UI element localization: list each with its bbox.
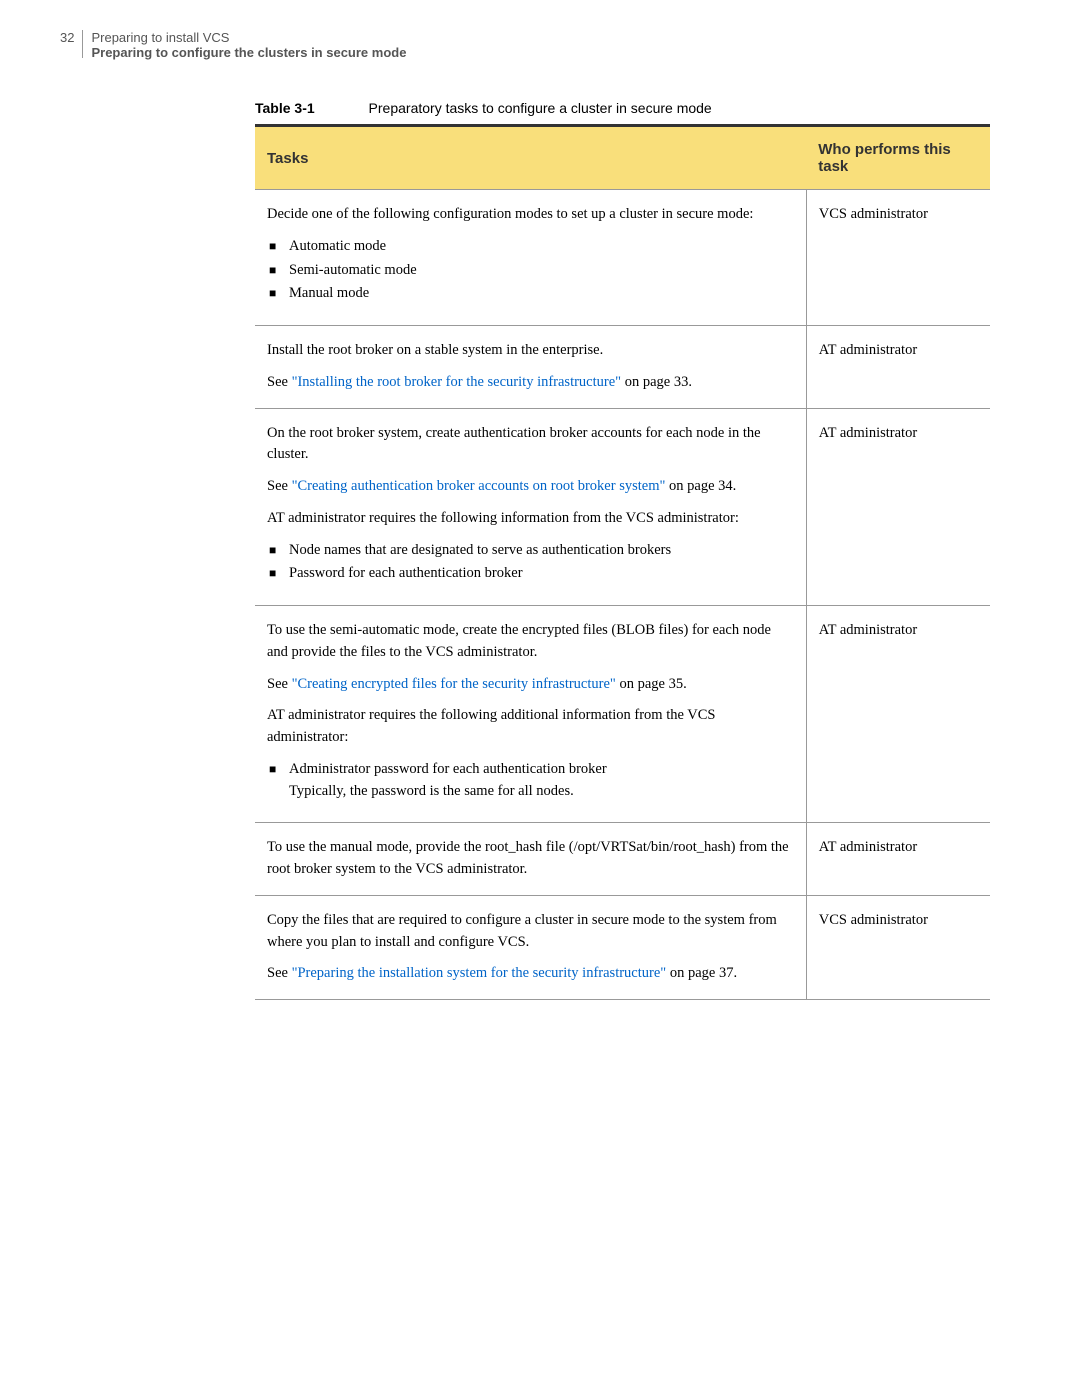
link-suffix: on page 35. [616, 676, 687, 692]
table-row: On the root broker system, create authen… [255, 408, 990, 606]
header-divider [82, 30, 83, 58]
main-content: Table 3-1 Preparatory tasks to configure… [255, 100, 990, 1000]
link-suffix: on page 33. [621, 374, 692, 390]
link-prefix: See [267, 374, 292, 390]
task-text: Copy the files that are required to conf… [267, 910, 794, 954]
table-caption-text: Preparatory tasks to configure a cluster… [369, 100, 712, 116]
link-prefix: See [267, 478, 292, 494]
table-caption-label: Table 3-1 [255, 100, 315, 116]
task-link-line: See "Creating authentication broker acco… [267, 476, 794, 498]
task-cell: Decide one of the following configuratio… [255, 190, 806, 326]
table-header-row: Tasks Who performs this task [255, 126, 990, 190]
bullet-line2: Typically, the password is the same for … [289, 783, 574, 799]
task-text: Decide one of the following configuratio… [267, 204, 794, 226]
task-text: On the root broker system, create authen… [267, 423, 794, 467]
who-cell: AT administrator [806, 606, 990, 823]
bullet-list: Node names that are designated to serve … [267, 540, 794, 586]
doc-link[interactable]: "Creating authentication broker accounts… [292, 478, 666, 494]
table-row: Copy the files that are required to conf… [255, 895, 990, 999]
page-number: 32 [60, 30, 74, 45]
task-link-line: See "Preparing the installation system f… [267, 963, 794, 985]
bullet-list: Automatic mode Semi-automatic mode Manua… [267, 236, 794, 305]
task-text: To use the semi-automatic mode, create t… [267, 620, 794, 664]
table-row: Install the root broker on a stable syst… [255, 326, 990, 409]
bullet-list: Administrator password for each authenti… [267, 759, 794, 803]
list-item: Manual mode [267, 283, 794, 305]
link-suffix: on page 34. [665, 478, 736, 494]
bullet-line1: Administrator password for each authenti… [289, 761, 607, 777]
link-prefix: See [267, 676, 292, 692]
column-header-who: Who performs this task [806, 126, 990, 190]
tasks-table: Tasks Who performs this task Decide one … [255, 124, 990, 1000]
doc-link[interactable]: "Preparing the installation system for t… [292, 965, 667, 981]
table-row: Decide one of the following configuratio… [255, 190, 990, 326]
header-section-title: Preparing to configure the clusters in s… [91, 45, 406, 60]
task-link-line: See "Creating encrypted files for the se… [267, 674, 794, 696]
link-suffix: on page 37. [666, 965, 737, 981]
page-header: 32 Preparing to install VCS Preparing to… [60, 30, 1020, 60]
list-item: Automatic mode [267, 236, 794, 258]
task-link-line: See "Installing the root broker for the … [267, 372, 794, 394]
who-cell: AT administrator [806, 326, 990, 409]
header-text-block: Preparing to install VCS Preparing to co… [91, 30, 406, 60]
column-header-tasks: Tasks [255, 126, 806, 190]
task-cell: To use the semi-automatic mode, create t… [255, 606, 806, 823]
table-caption: Table 3-1 Preparatory tasks to configure… [255, 100, 990, 116]
who-cell: AT administrator [806, 823, 990, 896]
who-cell: AT administrator [806, 408, 990, 606]
table-row: To use the semi-automatic mode, create t… [255, 606, 990, 823]
who-cell: VCS administrator [806, 190, 990, 326]
task-text: AT administrator requires the following … [267, 508, 794, 530]
task-text: Install the root broker on a stable syst… [267, 340, 794, 362]
doc-link[interactable]: "Creating encrypted files for the securi… [292, 676, 616, 692]
task-text: To use the manual mode, provide the root… [267, 837, 794, 881]
doc-link[interactable]: "Installing the root broker for the secu… [292, 374, 622, 390]
table-row: To use the manual mode, provide the root… [255, 823, 990, 896]
who-cell: VCS administrator [806, 895, 990, 999]
list-item: Semi-automatic mode [267, 260, 794, 282]
list-item: Password for each authentication broker [267, 563, 794, 585]
list-item: Node names that are designated to serve … [267, 540, 794, 562]
task-cell: On the root broker system, create authen… [255, 408, 806, 606]
task-cell: To use the manual mode, provide the root… [255, 823, 806, 896]
task-cell: Install the root broker on a stable syst… [255, 326, 806, 409]
task-text: AT administrator requires the following … [267, 705, 794, 749]
header-breadcrumb: Preparing to install VCS [91, 30, 406, 45]
task-cell: Copy the files that are required to conf… [255, 895, 806, 999]
list-item: Administrator password for each authenti… [267, 759, 794, 803]
link-prefix: See [267, 965, 292, 981]
